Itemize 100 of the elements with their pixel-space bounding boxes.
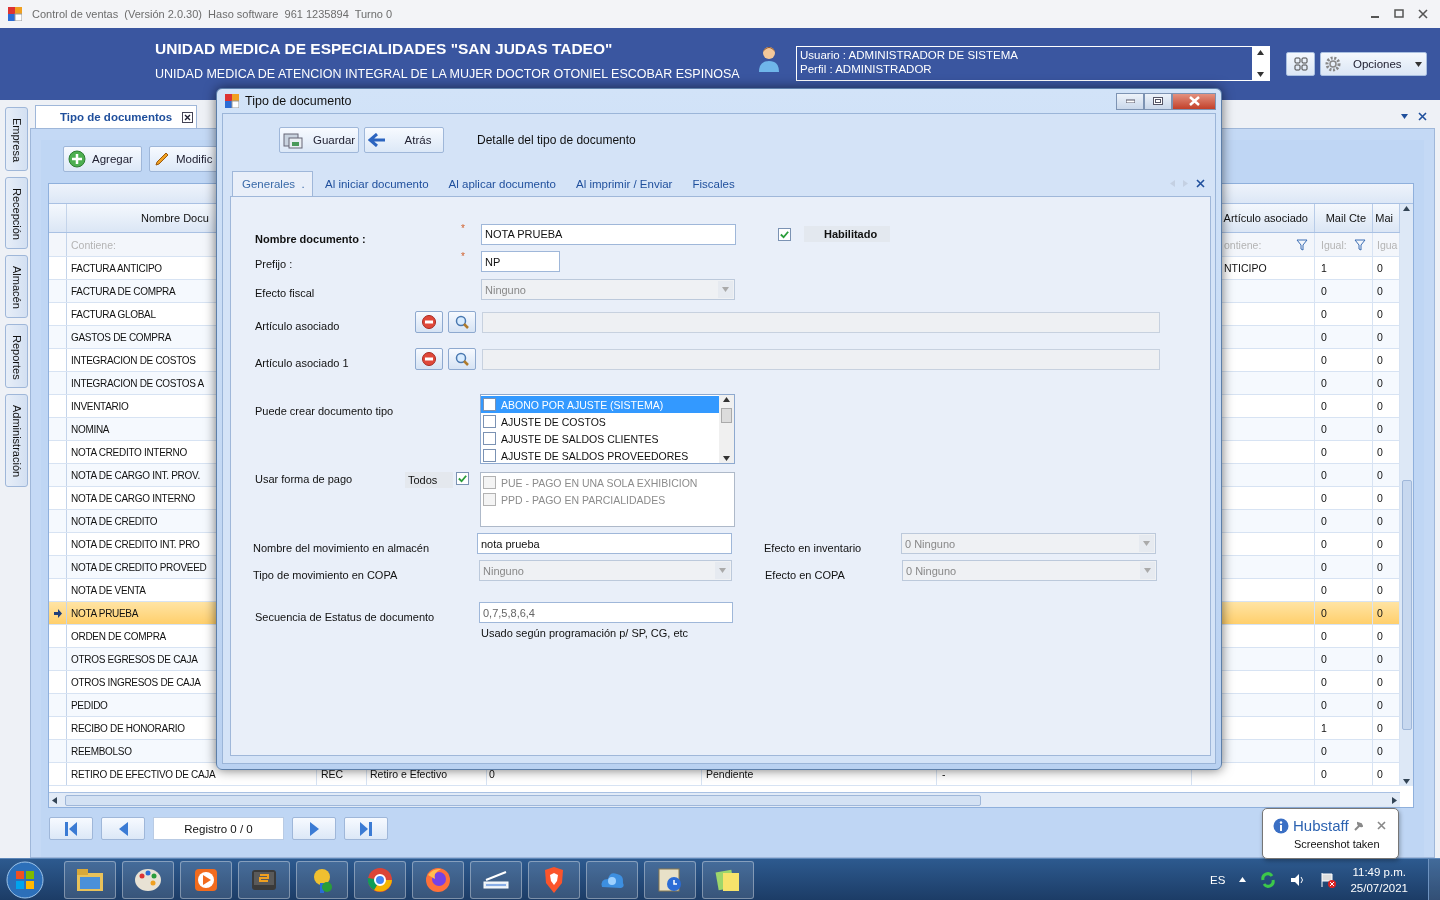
tab[interactable]: Al imprimir / Enviar: [565, 171, 683, 196]
input-field[interactable]: nota prueba: [477, 533, 732, 554]
record-counter: Registro 0 / 0: [153, 817, 284, 840]
table-cell: FACTURA DE COMPRA: [71, 285, 176, 297]
taskbar-button[interactable]: [528, 860, 580, 899]
list-item[interactable]: AJUSTE DE SALDOS PROVEEDORES: [481, 447, 719, 464]
table-cell: 0: [1377, 676, 1383, 688]
taskbar-button[interactable]: [180, 860, 232, 899]
table-cell: NOTA DE CREDITO: [71, 515, 158, 527]
input-field[interactable]: NOTA PRUEBA: [481, 223, 736, 245]
options-button[interactable]: Opciones: [1320, 52, 1427, 76]
notification-message: Screenshot taken: [1294, 838, 1380, 850]
table-cell: NOTA CREDITO INTERNO: [71, 446, 187, 458]
caret-icon: [723, 456, 730, 461]
column-header[interactable]: Artículo asociado: [1223, 212, 1308, 224]
table-cell: 0: [1377, 607, 1383, 619]
scrollbar[interactable]: [719, 395, 734, 463]
field-label: Efecto fiscal: [255, 285, 316, 299]
taskbar-button[interactable]: [412, 860, 464, 899]
list-item[interactable]: AJUSTE DE COSTOS: [481, 413, 719, 430]
table-cell: 0: [1377, 262, 1383, 274]
table-cell: 0: [1377, 469, 1383, 481]
input-field[interactable]: NP: [481, 251, 560, 272]
taskbar-button[interactable]: [296, 860, 348, 899]
taskbar-button[interactable]: [64, 860, 116, 899]
scroll-thumb[interactable]: [65, 794, 981, 806]
side-tab[interactable]: Recepción: [5, 177, 28, 249]
table-cell: RECIBO DE HONORARIO: [71, 722, 185, 734]
language-indicator[interactable]: ES: [1210, 873, 1226, 886]
taskbar-button[interactable]: [470, 860, 522, 899]
list-item[interactable]: AJUSTE DE SALDOS CLIENTES: [481, 430, 719, 447]
flag-icon[interactable]: [1320, 871, 1337, 888]
taskbar-button[interactable]: [586, 860, 638, 899]
grid-view-button[interactable]: [1286, 52, 1315, 76]
clock-date[interactable]: 25/07/2021: [1350, 879, 1408, 896]
checkbox[interactable]: [483, 398, 496, 411]
tab[interactable]: Al aplicar documento: [438, 171, 566, 196]
taskbar-button[interactable]: [238, 860, 290, 899]
search-button[interactable]: [448, 348, 476, 370]
previous-button[interactable]: [101, 817, 145, 840]
checkbox[interactable]: [483, 415, 496, 428]
remove-button[interactable]: [415, 311, 443, 333]
caret-icon: [1403, 779, 1410, 784]
column-header[interactable]: Nombre Docu: [141, 212, 209, 224]
side-tab[interactable]: Reportes: [5, 323, 28, 389]
clock-time[interactable]: 11:49 p.m.: [1352, 863, 1406, 880]
column-header[interactable]: Mai: [1375, 212, 1393, 224]
taskbar-button[interactable]: [644, 860, 696, 899]
checkbox-list[interactable]: ABONO POR AJUSTE (SISTEMA) AJUSTE DE COSTOS AJUSTE DE SALDOS CLIENTES AJUSTE DE SALDOS PROVEEDORES: [480, 394, 735, 464]
tab[interactable]: Al iniciar documento: [315, 171, 439, 196]
maximize-icon[interactable]: [1394, 9, 1404, 19]
taskbar-button[interactable]: [702, 860, 754, 899]
start-button-icon[interactable]: [6, 860, 44, 899]
first-record-button[interactable]: [49, 817, 93, 840]
column-header[interactable]: Mail Cte: [1325, 212, 1366, 224]
close-icon[interactable]: [1418, 9, 1428, 19]
close-button[interactable]: [1172, 92, 1216, 110]
document-tab[interactable]: Tipo de documentos: [35, 105, 197, 128]
side-tab[interactable]: Administración: [5, 394, 28, 487]
save-button[interactable]: Guardar: [279, 127, 359, 153]
checkbox[interactable]: [483, 432, 496, 445]
maximize-button[interactable]: [1144, 92, 1172, 110]
close-icon[interactable]: [1418, 112, 1427, 121]
table-cell: 0: [1321, 607, 1327, 619]
side-tab[interactable]: Empresa: [5, 107, 28, 172]
show-desktop-button[interactable]: [1428, 858, 1440, 900]
side-tab[interactable]: Almacén: [5, 255, 28, 318]
filter-icon[interactable]: [1296, 238, 1308, 251]
table-cell: Retiro e Efectivo: [370, 768, 448, 780]
next-button[interactable]: [292, 817, 336, 840]
taskbar-button[interactable]: [122, 860, 174, 899]
vertical-scrollbar[interactable]: [1400, 204, 1413, 786]
last-record-button[interactable]: [344, 817, 388, 840]
wrench-icon[interactable]: [1352, 820, 1363, 831]
scroll-thumb[interactable]: [1401, 480, 1412, 730]
table-cell: 0: [1377, 285, 1383, 297]
table-cell: PEDIDO: [71, 699, 108, 711]
close-icon[interactable]: [182, 111, 194, 123]
table-cell: REC: [321, 768, 344, 780]
back-button[interactable]: Atrás: [364, 127, 444, 153]
tab[interactable]: Fiscales: [682, 171, 745, 196]
remove-button[interactable]: [415, 348, 443, 370]
caret-icon: [52, 796, 57, 804]
table-cell: 0: [1321, 308, 1327, 320]
table-cell: 0: [1377, 561, 1383, 573]
sync-icon[interactable]: [1260, 871, 1277, 888]
search-button[interactable]: [448, 311, 476, 333]
taskbar-button[interactable]: [354, 860, 406, 899]
scroll-thumb[interactable]: [721, 408, 732, 423]
add-button[interactable]: Agregar: [63, 146, 142, 172]
checkbox[interactable]: [778, 227, 791, 241]
filter-icon[interactable]: [1354, 238, 1366, 251]
close-icon[interactable]: [1196, 179, 1205, 188]
checkbox[interactable]: [483, 449, 496, 462]
search-icon: [455, 315, 469, 329]
plus-icon: [68, 150, 86, 168]
tab[interactable]: Generales .: [232, 171, 313, 196]
table-cell: 0: [1321, 515, 1327, 527]
horizontal-scrollbar[interactable]: [49, 792, 1400, 807]
notification-title: Hubstaff: [1293, 817, 1349, 834]
